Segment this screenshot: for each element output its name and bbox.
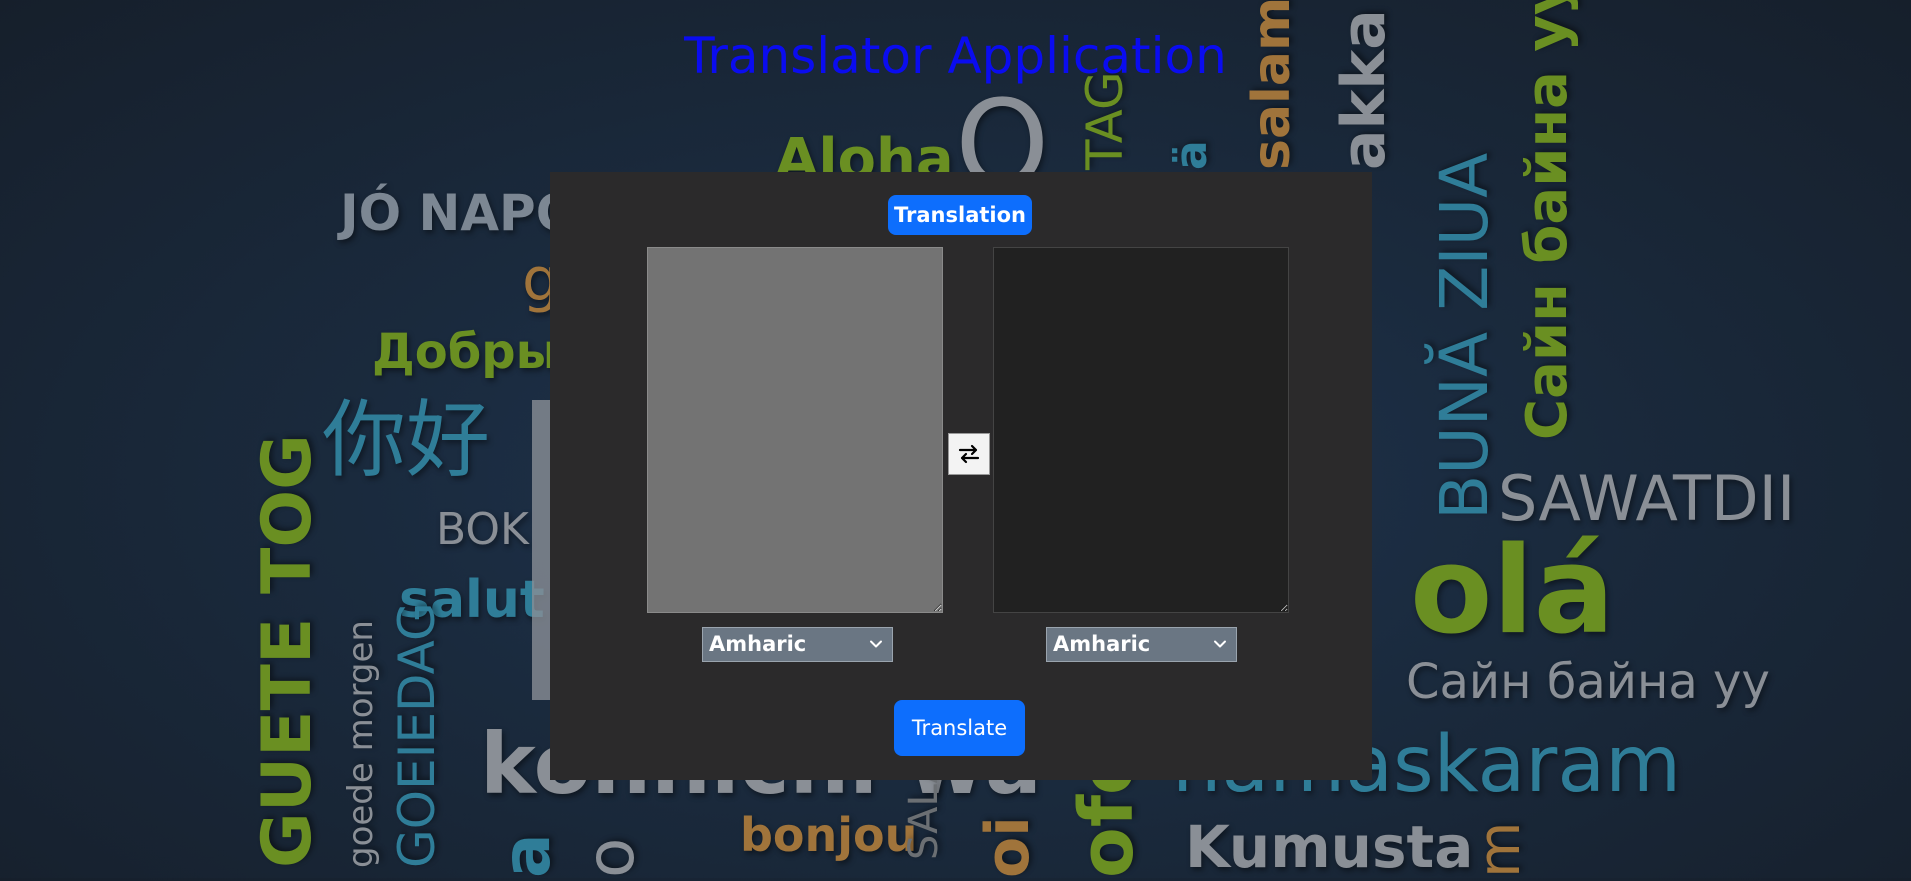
bg-word: SAWATDII xyxy=(1498,462,1796,535)
bg-word: GUETE TOG xyxy=(248,434,327,868)
bg-word: BOK xyxy=(436,504,529,555)
translator-panel: Translation Amharic Amharic Translate xyxy=(550,172,1372,780)
bg-word: Добры xyxy=(372,324,560,380)
bg-word: oi xyxy=(973,816,1043,878)
bg-word: a xyxy=(488,833,565,878)
bg-word: Сайн байна уу xyxy=(1406,654,1770,710)
bg-word: 你好 xyxy=(322,391,491,489)
target-language-select[interactable]: Amharic xyxy=(1046,627,1237,662)
source-text-input[interactable] xyxy=(647,247,943,613)
swap-arrows-icon xyxy=(958,444,980,464)
bg-word: bonjou xyxy=(740,808,918,862)
bg-word: GOEIEDAG xyxy=(388,602,446,868)
source-language-select[interactable]: Amharic xyxy=(702,627,893,662)
bg-word: BUNĂ ZIUA xyxy=(1426,152,1503,520)
chevron-down-icon xyxy=(1214,640,1226,648)
target-language-value: Amharic xyxy=(1053,632,1151,656)
chevron-down-icon xyxy=(870,640,882,648)
swap-languages-button[interactable] xyxy=(948,433,990,475)
bg-word: goede morgen xyxy=(341,620,381,868)
translation-tab-button[interactable]: Translation xyxy=(888,195,1032,235)
bg-word: o xyxy=(572,837,649,878)
bg-word: TAG xyxy=(1076,71,1134,170)
target-text-output[interactable] xyxy=(993,247,1289,613)
page-title: Translator Application xyxy=(684,27,1227,85)
source-language-value: Amharic xyxy=(709,632,807,656)
bg-word: olá xyxy=(1410,522,1615,661)
bg-word: m xyxy=(1465,821,1533,879)
background-bar xyxy=(532,400,550,700)
bg-word: Kumusta xyxy=(1185,813,1474,881)
bg-word: ä xyxy=(1166,140,1217,170)
translate-button[interactable]: Translate xyxy=(894,700,1025,756)
